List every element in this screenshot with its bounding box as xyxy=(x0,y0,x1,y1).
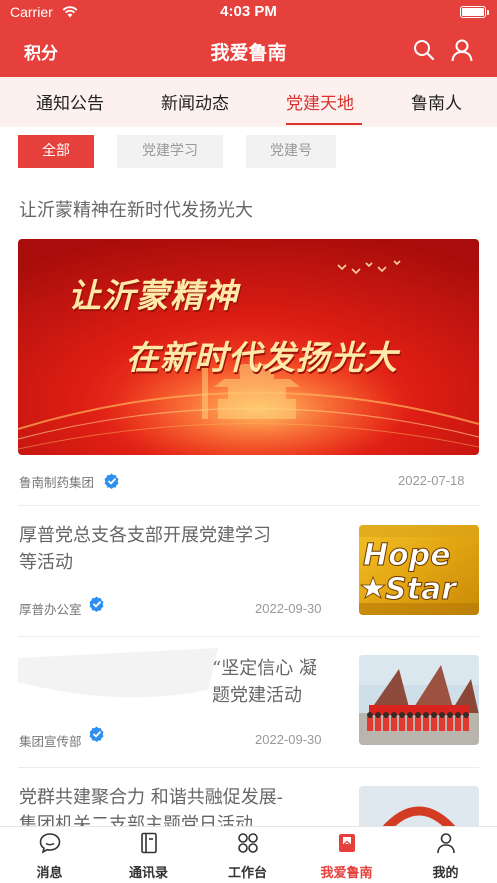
tabbar-item-love-lunan[interactable]: 我爱鲁南 xyxy=(297,827,396,883)
tabbar-label: 通讯录 xyxy=(128,866,168,881)
tabbar-item-contacts[interactable]: 通讯录 xyxy=(99,827,198,883)
tabbar-item-mine[interactable]: 我的 xyxy=(396,827,495,883)
contacts-icon xyxy=(141,832,157,854)
verified-icon xyxy=(104,473,119,489)
chip-all[interactable]: 全部 xyxy=(18,135,94,168)
user-icon[interactable] xyxy=(450,38,474,62)
hope-star-image: Hope Star xyxy=(359,525,479,615)
tabbar-label: 工作台 xyxy=(227,866,267,881)
svg-text:Star: Star xyxy=(385,572,458,607)
article-thumbnail[interactable] xyxy=(359,655,479,745)
article-title-line: 等活动 xyxy=(19,552,73,573)
battery-icon xyxy=(460,6,489,18)
status-bar: Carrier 4:03 PM xyxy=(0,0,497,26)
article-source: 集团宣传部 xyxy=(19,734,82,749)
article-date: 2022-09-30 xyxy=(255,732,322,747)
divider xyxy=(18,767,479,768)
article-date: 2022-09-30 xyxy=(255,601,322,616)
profile-icon xyxy=(437,833,455,854)
tabbar-label: 我的 xyxy=(432,866,459,881)
tabbar-item-messages[interactable]: 消息 xyxy=(0,827,99,883)
tabbar-label: 消息 xyxy=(36,866,63,881)
article-source: 厚普办公室 xyxy=(19,602,82,617)
tab-notices[interactable]: 通知公告 xyxy=(36,89,104,114)
divider xyxy=(18,505,479,506)
tab-lunan-people[interactable]: 鲁南人 xyxy=(411,89,462,114)
featured-banner[interactable]: 让沂蒙精神 在新时代发扬光大 xyxy=(18,239,479,455)
bottom-tab-bar: 消息 通讯录 工作台 我爱鲁南 我的 xyxy=(0,826,497,883)
article-title-line: 厚普党总支各支部开展党建学习 xyxy=(19,525,271,546)
verified-icon xyxy=(89,726,104,742)
group-photo-image xyxy=(359,655,479,745)
article-title-line: 党群共建聚合力 和谐共融促发展- xyxy=(19,787,283,808)
active-tab-indicator xyxy=(286,123,362,125)
featured-title[interactable]: 让沂蒙精神在新时代发扬光大 xyxy=(19,196,253,222)
article-title[interactable]: “坚定信心 凝 题党建活动 xyxy=(212,655,317,709)
search-icon[interactable] xyxy=(413,39,435,61)
banner-headline-1: 让沂蒙精神 xyxy=(68,276,238,315)
tabbar-item-workbench[interactable]: 工作台 xyxy=(198,827,297,883)
workbench-icon xyxy=(238,833,258,853)
chip-party-study[interactable]: 党建学习 xyxy=(117,135,223,168)
article-thumbnail[interactable]: Hope Star xyxy=(359,525,479,615)
message-icon xyxy=(39,833,61,854)
divider xyxy=(18,636,479,637)
book-icon xyxy=(339,834,355,852)
article-title[interactable]: 厚普党总支各支部开展党建学习 等活动 xyxy=(19,522,271,576)
app-header: Carrier 4:03 PM 积分 我爱鲁南 xyxy=(0,0,497,77)
torn-paper-overlay xyxy=(18,648,218,698)
tabbar-label: 我爱鲁南 xyxy=(320,866,373,881)
featured-source: 鲁南制药集团 xyxy=(19,475,95,490)
featured-date: 2022-07-18 xyxy=(398,473,465,488)
article-title-line: “坚定信心 凝 xyxy=(212,658,317,679)
tab-news[interactable]: 新闻动态 xyxy=(161,89,229,114)
tab-party-building[interactable]: 党建天地 xyxy=(286,89,354,114)
banner-headline-2: 在新时代发扬光大 xyxy=(126,338,398,377)
chip-party-account[interactable]: 党建号 xyxy=(246,135,336,168)
svg-text:Hope: Hope xyxy=(363,538,451,573)
article-title-line: 题党建活动 xyxy=(212,685,302,706)
clock: 4:03 PM xyxy=(220,3,277,20)
category-tabs: 通知公告 新闻动态 党建天地 鲁南人 xyxy=(0,77,497,127)
verified-icon xyxy=(89,596,104,612)
